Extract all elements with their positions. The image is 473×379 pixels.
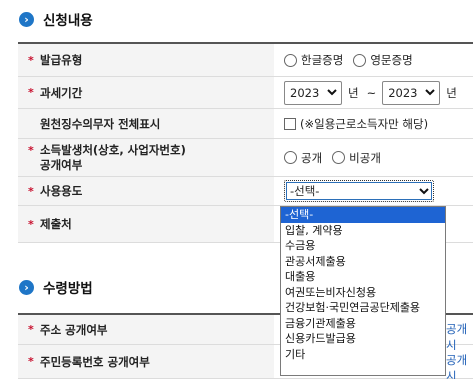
checkbox-icon[interactable] (284, 117, 296, 130)
radio-korean[interactable]: 한글증명 (284, 52, 343, 68)
rrn-option-partial[interactable]: 공개시 (446, 352, 473, 379)
withholding-checkbox[interactable]: (※일용근로소득자만 해당) (284, 116, 428, 132)
dropdown-option[interactable]: 대출용 (281, 269, 445, 285)
radio-icon[interactable] (284, 151, 297, 164)
chevron-down-icon (327, 89, 337, 96)
from-year-select[interactable]: 2023 (284, 80, 342, 105)
row-purpose: * 사용용도 -선택- (18, 177, 473, 206)
dropdown-option[interactable]: 기타 (281, 347, 445, 363)
dropdown-option[interactable]: 금융기관제출용 (281, 316, 445, 332)
rrn-label: 주민등록번호 공개여부 (40, 354, 150, 369)
disclosure-label-line1: 소득발생처(상호, 사업자번호) (40, 142, 186, 157)
dropdown-option[interactable]: 여권또는비자신청용 (281, 285, 445, 301)
submit-to-label: 제출처 (40, 217, 72, 231)
radio-icon[interactable] (332, 151, 346, 164)
required-mark: * (28, 144, 34, 157)
required-mark: * (28, 184, 34, 198)
row-tax-period: * 과세기간 2023 년 ~ 2023 년 (18, 77, 473, 109)
required-mark: * (28, 355, 34, 368)
disclosure-label-line2: 공개여부 (40, 157, 83, 172)
period-separator: ~ (366, 85, 377, 100)
chevron-right-icon: › (19, 279, 34, 295)
required-mark: * (28, 323, 34, 336)
issue-type-label: 발급유형 (40, 53, 83, 67)
radio-private[interactable]: 비공개 (332, 150, 381, 166)
radio-icon[interactable] (284, 53, 297, 67)
chevron-down-icon (419, 187, 429, 194)
section-header-application: › 신청내용 (0, 5, 473, 33)
dropdown-option[interactable]: 입찰, 계약용 (281, 223, 445, 239)
address-option-partial[interactable]: 공개시 (446, 321, 473, 353)
radio-public[interactable]: 공개 (284, 150, 322, 166)
radio-icon[interactable] (353, 53, 367, 67)
to-year-select[interactable]: 2023 (382, 80, 441, 105)
radio-english[interactable]: 영문증명 (353, 52, 413, 68)
purpose-label: 사용용도 (40, 184, 83, 198)
address-label: 주소 공개여부 (40, 322, 108, 337)
dropdown-option[interactable]: -선택- (281, 207, 445, 223)
chevron-right-icon: › (19, 11, 34, 27)
section-title: 수령방법 (43, 281, 93, 297)
chevron-down-icon (425, 89, 435, 96)
from-year-unit: 년 (348, 85, 359, 100)
row-disclosure: * 소득발생처(상호, 사업자번호) 공개여부 공개 비공개 (18, 139, 473, 177)
withholding-label: 원천징수의무자 전체표시 (40, 116, 161, 131)
required-mark: * (28, 86, 34, 99)
required-mark: * (28, 217, 34, 231)
tax-period-label: 과세기간 (40, 85, 83, 100)
purpose-select[interactable]: -선택- (284, 180, 434, 202)
section-title: 신청내용 (43, 13, 93, 29)
to-year-unit: 년 (446, 85, 457, 100)
dropdown-option[interactable]: 수금용 (281, 238, 445, 254)
row-issue-type: * 발급유형 한글증명 영문증명 (18, 44, 473, 77)
dropdown-option[interactable]: 신용카드발급용 (281, 331, 445, 347)
required-mark: * (28, 53, 34, 67)
dropdown-option[interactable]: 관공서제출용 (281, 254, 445, 270)
row-withholding: 원천징수의무자 전체표시 (※일용근로소득자만 해당) (18, 109, 473, 139)
purpose-dropdown-list[interactable]: -선택- 입찰, 계약용 수금용 관공서제출용 대출용 여권또는비자신청용 건강보험·국민연… (280, 206, 446, 376)
dropdown-option[interactable]: 건강보험·국민연금공단제출용 (281, 300, 445, 316)
